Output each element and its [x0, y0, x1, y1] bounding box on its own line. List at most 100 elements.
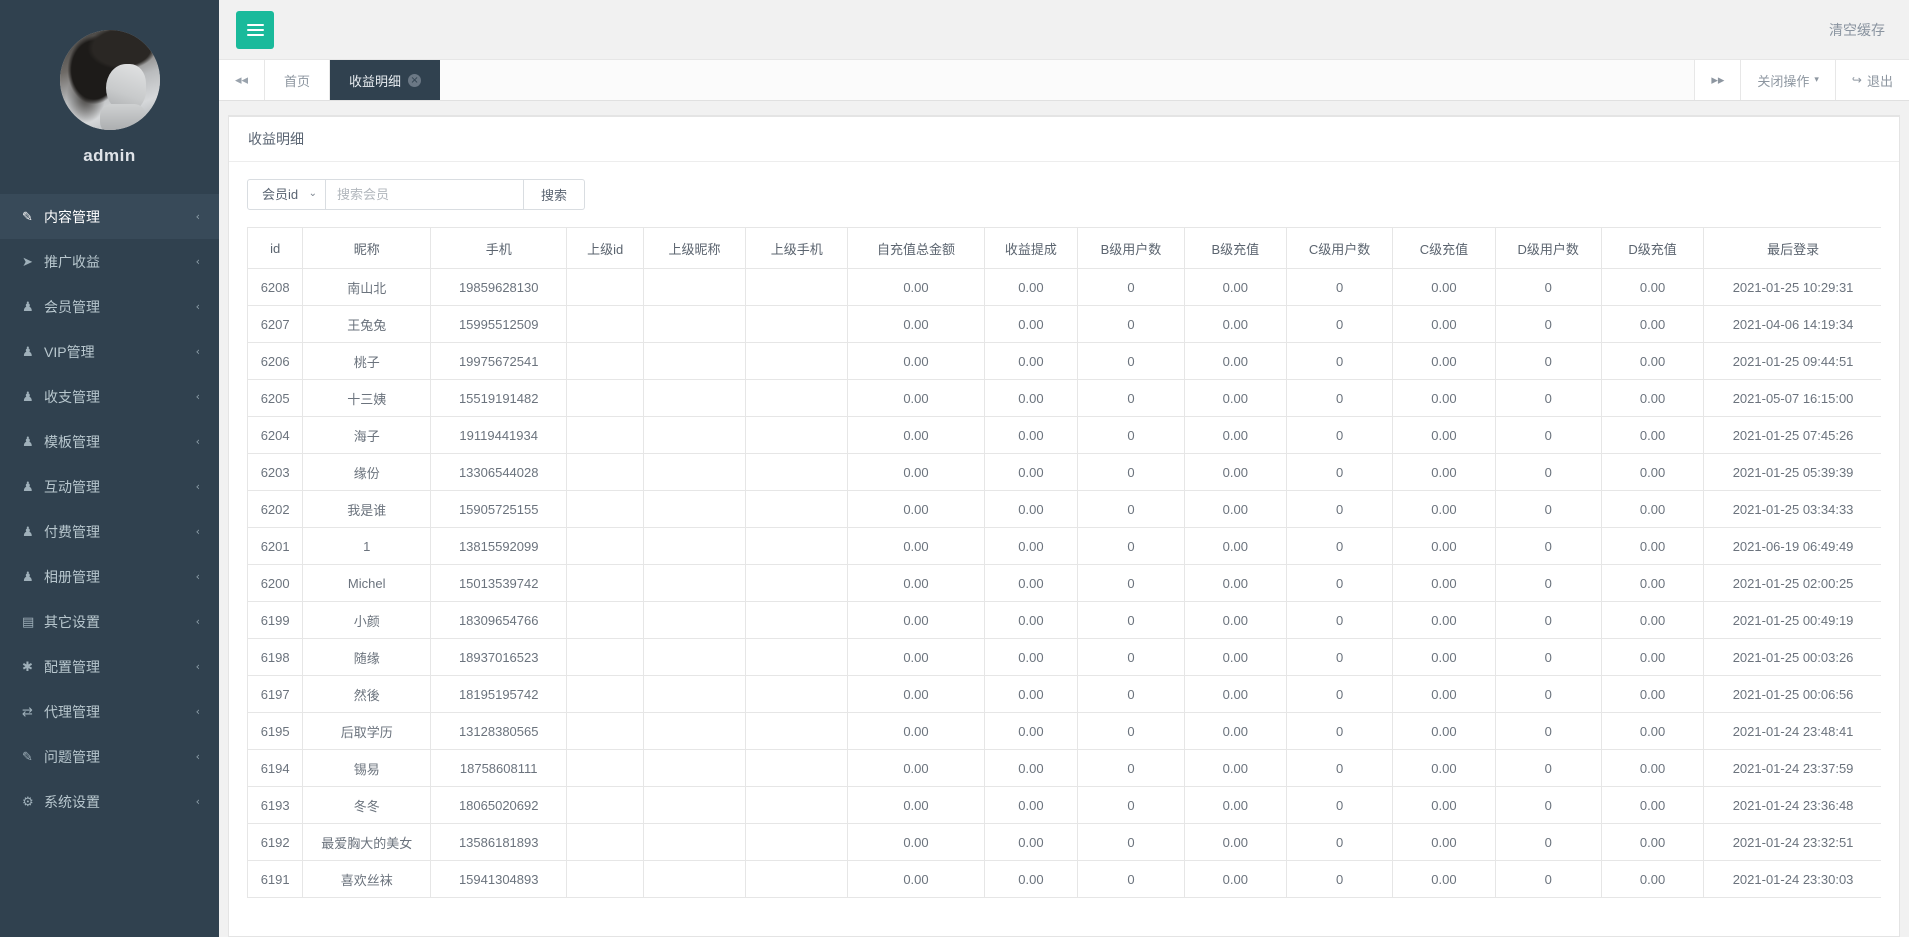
- cell-D级用户数: 0: [1495, 380, 1601, 417]
- sidebar-item-12[interactable]: ✎问题管理‹: [0, 734, 219, 779]
- sidebar-item-label: 问题管理: [44, 747, 196, 767]
- table-row[interactable]: 6193冬冬180650206920.000.0000.0000.0000.00…: [248, 787, 1882, 824]
- chevron-left-icon: ‹: [196, 480, 200, 493]
- table-row[interactable]: 6198随缘189370165230.000.0000.0000.0000.00…: [248, 639, 1882, 676]
- search-button[interactable]: 搜索: [524, 179, 585, 210]
- cell-上级手机: [746, 417, 848, 454]
- tab-home[interactable]: 首页: [265, 60, 330, 100]
- column-header-5: 上级手机: [746, 228, 848, 269]
- sidebar-item-7[interactable]: ♟付费管理‹: [0, 509, 219, 554]
- sidebar-item-6[interactable]: ♟互动管理‹: [0, 464, 219, 509]
- cell-id: 6201: [248, 528, 303, 565]
- cell-上级id: [567, 565, 644, 602]
- column-header-12: D级用户数: [1495, 228, 1601, 269]
- cell-C级充值: 0.00: [1393, 417, 1495, 454]
- cell-B级用户数: 0: [1078, 343, 1184, 380]
- sidebar-item-1[interactable]: ➤推广收益‹: [0, 239, 219, 284]
- search-input[interactable]: [326, 179, 524, 210]
- sidebar-item-5[interactable]: ♟模板管理‹: [0, 419, 219, 464]
- table-row[interactable]: 6200Michel150135397420.000.0000.0000.000…: [248, 565, 1882, 602]
- table-scroll-container[interactable]: id昵称手机上级id上级昵称上级手机自充值总金额收益提成B级用户数B级充值C级用…: [247, 227, 1881, 898]
- earnings-panel: 收益明细 会员id ⌄ 搜索: [228, 115, 1900, 937]
- cell-最后登录: 2021-05-07 16:15:00: [1704, 380, 1881, 417]
- tab-earnings-detail[interactable]: 收益明细 ×: [330, 60, 440, 100]
- cell-B级充值: 0.00: [1184, 787, 1286, 824]
- tab-earnings-detail-label: 收益明细: [349, 71, 401, 90]
- table-row[interactable]: 6195后取学历131283805650.000.0000.0000.0000.…: [248, 713, 1882, 750]
- tab-scroll-left-icon[interactable]: ◂◂: [219, 60, 265, 100]
- cell-D级用户数: 0: [1495, 639, 1601, 676]
- table-row[interactable]: 6208南山北198596281300.000.0000.0000.0000.0…: [248, 269, 1882, 306]
- cell-昵称: 最爱胸大的美女: [303, 824, 431, 861]
- cell-id: 6202: [248, 491, 303, 528]
- cell-最后登录: 2021-01-25 07:45:26: [1704, 417, 1881, 454]
- cell-C级充值: 0.00: [1393, 565, 1495, 602]
- table-row[interactable]: 6202我是谁159057251550.000.0000.0000.0000.0…: [248, 491, 1882, 528]
- table-head: id昵称手机上级id上级昵称上级手机自充值总金额收益提成B级用户数B级充值C级用…: [248, 228, 1882, 269]
- sidebar-item-8[interactable]: ♟相册管理‹: [0, 554, 219, 599]
- cell-D级充值: 0.00: [1601, 676, 1703, 713]
- table-row[interactable]: 6194锡易187586081110.000.0000.0000.0000.00…: [248, 750, 1882, 787]
- cell-收益提成: 0.00: [984, 639, 1078, 676]
- table-row[interactable]: 6205十三姨155191914820.000.0000.0000.0000.0…: [248, 380, 1882, 417]
- cell-上级id: [567, 750, 644, 787]
- cell-B级用户数: 0: [1078, 639, 1184, 676]
- table-row[interactable]: 6203缘份133065440280.000.0000.0000.0000.00…: [248, 454, 1882, 491]
- sidebar-item-9[interactable]: ▤其它设置‹: [0, 599, 219, 644]
- profile-username: admin: [0, 146, 219, 166]
- search-toolbar: 会员id ⌄ 搜索: [247, 179, 1881, 210]
- tabbar-right-actions: ▸▸ 关闭操作 ▾ ↪ 退出: [1694, 60, 1909, 100]
- cell-D级用户数: 0: [1495, 565, 1601, 602]
- sidebar-item-label: 配置管理: [44, 657, 196, 677]
- tab-close-icon[interactable]: ×: [408, 74, 421, 87]
- main-area: 清空缓存 ◂◂ 首页 收益明细 × ▸▸ 关闭操作 ▾ ↪: [219, 0, 1909, 937]
- close-operations-dropdown[interactable]: 关闭操作 ▾: [1740, 60, 1835, 100]
- cell-手机: 15941304893: [431, 861, 567, 898]
- column-header-13: D级充值: [1601, 228, 1703, 269]
- sidebar-item-2[interactable]: ♟会员管理‹: [0, 284, 219, 329]
- cell-D级充值: 0.00: [1601, 713, 1703, 750]
- table-row[interactable]: 6204海子191194419340.000.0000.0000.0000.00…: [248, 417, 1882, 454]
- cell-上级id: [567, 454, 644, 491]
- table-row[interactable]: 62011138155920990.000.0000.0000.0000.002…: [248, 528, 1882, 565]
- table-row[interactable]: 6206桃子199756725410.000.0000.0000.0000.00…: [248, 343, 1882, 380]
- table-row[interactable]: 6191喜欢丝袜159413048930.000.0000.0000.0000.…: [248, 861, 1882, 898]
- cell-id: 6199: [248, 602, 303, 639]
- cell-上级id: [567, 787, 644, 824]
- table-row[interactable]: 6199小颜183096547660.000.0000.0000.0000.00…: [248, 602, 1882, 639]
- cell-收益提成: 0.00: [984, 676, 1078, 713]
- sidebar-item-3[interactable]: ♟VIP管理‹: [0, 329, 219, 374]
- clear-cache-button[interactable]: 清空缓存: [1829, 20, 1885, 40]
- cell-D级用户数: 0: [1495, 676, 1601, 713]
- logout-button[interactable]: ↪ 退出: [1835, 60, 1909, 100]
- cell-D级充值: 0.00: [1601, 417, 1703, 454]
- search-field-select-wrap: 会员id ⌄: [247, 179, 326, 210]
- earnings-table: id昵称手机上级id上级昵称上级手机自充值总金额收益提成B级用户数B级充值C级用…: [247, 227, 1881, 898]
- cell-上级昵称: [643, 602, 745, 639]
- table-row[interactable]: 6207王兔兔159955125090.000.0000.0000.0000.0…: [248, 306, 1882, 343]
- sidebar-item-13[interactable]: ⚙系统设置‹: [0, 779, 219, 824]
- sidebar-profile: admin: [0, 0, 219, 194]
- cell-B级充值: 0.00: [1184, 454, 1286, 491]
- cell-C级充值: 0.00: [1393, 602, 1495, 639]
- table-row[interactable]: 6197然後181951957420.000.0000.0000.0000.00…: [248, 676, 1882, 713]
- sidebar-item-11[interactable]: ⇄代理管理‹: [0, 689, 219, 734]
- cell-最后登录: 2021-01-25 00:06:56: [1704, 676, 1881, 713]
- hamburger-icon[interactable]: [236, 11, 274, 49]
- cell-B级充值: 0.00: [1184, 343, 1286, 380]
- table-row[interactable]: 6192最爱胸大的美女135861818930.000.0000.0000.00…: [248, 824, 1882, 861]
- cell-D级用户数: 0: [1495, 269, 1601, 306]
- tab-scroll-right-icon[interactable]: ▸▸: [1694, 60, 1740, 100]
- cell-C级充值: 0.00: [1393, 787, 1495, 824]
- sidebar-item-0[interactable]: ✎内容管理‹: [0, 194, 219, 239]
- cell-上级昵称: [643, 713, 745, 750]
- sidebar-item-4[interactable]: ♟收支管理‹: [0, 374, 219, 419]
- user-icon: ♟: [22, 434, 44, 450]
- column-header-0: id: [248, 228, 303, 269]
- sidebar-item-10[interactable]: ✱配置管理‹: [0, 644, 219, 689]
- search-field-select[interactable]: 会员id: [247, 179, 326, 210]
- panel-header: 收益明细: [229, 117, 1899, 162]
- column-header-2: 手机: [431, 228, 567, 269]
- cell-C级充值: 0.00: [1393, 380, 1495, 417]
- cell-上级id: [567, 861, 644, 898]
